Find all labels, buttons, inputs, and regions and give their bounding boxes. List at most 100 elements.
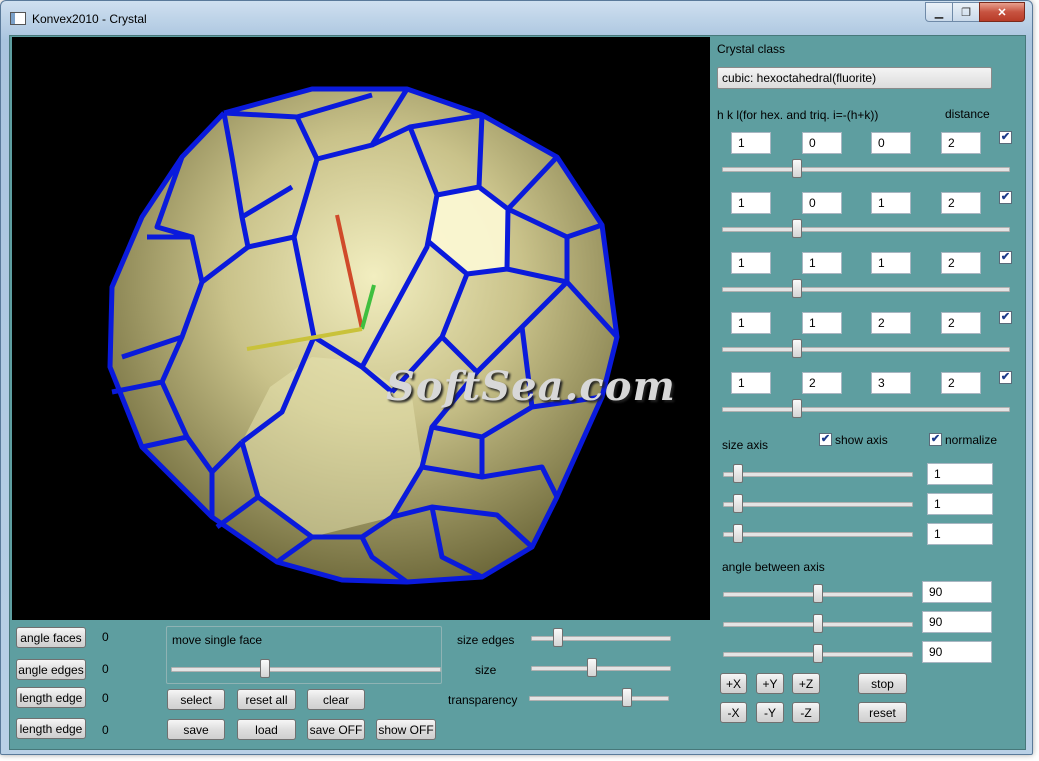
face-h-input[interactable]: 1 <box>731 132 771 154</box>
rotate-plus-x-button[interactable]: +X <box>720 673 747 694</box>
slider-thumb[interactable] <box>733 464 743 483</box>
face-h-input[interactable]: 1 <box>731 252 771 274</box>
face-k-input[interactable]: 2 <box>802 372 842 394</box>
face-h-input[interactable]: 1 <box>731 312 771 334</box>
slider-thumb[interactable] <box>792 339 802 358</box>
size-axis-x-input[interactable]: 1 <box>927 463 993 485</box>
face-enabled-checkbox[interactable]: ✔ <box>999 371 1012 384</box>
rotate-minus-x-button[interactable]: -X <box>720 702 747 723</box>
length-edge-value-1: 0 <box>102 691 109 705</box>
slider-thumb[interactable] <box>733 494 743 513</box>
face-l-input[interactable]: 1 <box>871 252 911 274</box>
slider-thumb[interactable] <box>813 614 823 633</box>
angle-gamma-slider[interactable] <box>723 644 913 664</box>
face-distance-input[interactable]: 2 <box>941 312 981 334</box>
size-axis-y-input[interactable]: 1 <box>927 493 993 515</box>
normalize-label: normalize <box>945 433 998 447</box>
show-off-button[interactable]: show OFF <box>376 719 436 740</box>
face-l-input[interactable]: 0 <box>871 132 911 154</box>
angle-beta-input[interactable]: 90 <box>922 611 992 633</box>
select-button[interactable]: select <box>167 689 225 710</box>
face-distance-slider[interactable] <box>722 279 1010 299</box>
save-off-button[interactable]: save OFF <box>307 719 365 740</box>
stop-button[interactable]: stop <box>858 673 907 694</box>
angle-edges-button[interactable]: angle edges <box>16 659 86 680</box>
slider-thumb[interactable] <box>622 688 632 707</box>
face-distance-slider[interactable] <box>722 219 1010 239</box>
rotate-plus-z-button[interactable]: +Z <box>792 673 820 694</box>
slider-thumb[interactable] <box>792 279 802 298</box>
size-edges-slider[interactable] <box>531 628 671 648</box>
app-icon <box>10 12 26 25</box>
size-slider[interactable] <box>531 658 671 678</box>
clear-button[interactable]: clear <box>307 689 365 710</box>
normalize-checkbox[interactable]: ✔ <box>929 433 942 446</box>
move-single-face-label: move single face <box>172 633 263 647</box>
face-distance-input[interactable]: 2 <box>941 132 981 154</box>
angle-faces-button[interactable]: angle faces <box>16 627 86 648</box>
length-edge-value-2: 0 <box>102 723 109 737</box>
length-edge-button-1[interactable]: length edge <box>16 687 86 708</box>
crystal-3d-viewport[interactable]: SoftSea.com <box>12 37 710 620</box>
face-l-input[interactable]: 3 <box>871 372 911 394</box>
size-label: size <box>475 663 497 677</box>
angle-axis-label: angle between axis <box>722 560 825 574</box>
angle-alpha-slider[interactable] <box>723 584 913 604</box>
slider-thumb[interactable] <box>587 658 597 677</box>
size-axis-label: size axis <box>722 438 769 452</box>
crystal-class-select[interactable]: cubic: hexoctahedral(fluorite) <box>717 67 992 89</box>
face-l-input[interactable]: 2 <box>871 312 911 334</box>
face-distance-input[interactable]: 2 <box>941 252 981 274</box>
angle-beta-slider[interactable] <box>723 614 913 634</box>
app-window: Konvex2010 - Crystal ▁ ❐ ✕ SoftSea.com C… <box>0 0 1033 755</box>
angle-gamma-input[interactable]: 90 <box>922 641 992 663</box>
save-button[interactable]: save <box>167 719 225 740</box>
slider-thumb[interactable] <box>260 659 270 678</box>
rotate-plus-y-button[interactable]: +Y <box>756 673 784 694</box>
rotate-minus-z-button[interactable]: -Z <box>792 702 820 723</box>
slider-thumb[interactable] <box>792 159 802 178</box>
face-enabled-checkbox[interactable]: ✔ <box>999 251 1012 264</box>
slider-thumb[interactable] <box>792 219 802 238</box>
slider-thumb[interactable] <box>792 399 802 418</box>
face-k-input[interactable]: 0 <box>802 132 842 154</box>
window-title: Konvex2010 - Crystal <box>32 12 147 26</box>
face-distance-slider[interactable] <box>722 159 1010 179</box>
face-enabled-checkbox[interactable]: ✔ <box>999 311 1012 324</box>
face-distance-input[interactable]: 2 <box>941 372 981 394</box>
size-axis-z-input[interactable]: 1 <box>927 523 993 545</box>
load-button[interactable]: load <box>237 719 296 740</box>
close-button[interactable]: ✕ <box>979 2 1025 22</box>
face-k-input[interactable]: 0 <box>802 192 842 214</box>
face-k-input[interactable]: 1 <box>802 252 842 274</box>
face-distance-slider[interactable] <box>722 399 1010 419</box>
length-edge-button-2[interactable]: length edge <box>16 718 86 739</box>
rotate-minus-y-button[interactable]: -Y <box>756 702 784 723</box>
move-single-face-slider[interactable] <box>171 659 441 679</box>
show-axis-checkbox[interactable]: ✔ <box>819 433 832 446</box>
reset-all-button[interactable]: reset all <box>237 689 296 710</box>
minimize-button[interactable]: ▁ <box>925 2 953 22</box>
slider-thumb[interactable] <box>813 644 823 663</box>
face-enabled-checkbox[interactable]: ✔ <box>999 131 1012 144</box>
face-enabled-checkbox[interactable]: ✔ <box>999 191 1012 204</box>
face-k-input[interactable]: 1 <box>802 312 842 334</box>
angle-alpha-input[interactable]: 90 <box>922 581 992 603</box>
reset-button[interactable]: reset <box>858 702 907 723</box>
face-h-input[interactable]: 1 <box>731 192 771 214</box>
title-bar[interactable]: Konvex2010 - Crystal ▁ ❐ ✕ <box>1 1 1032 35</box>
maximize-button[interactable]: ❐ <box>952 2 980 22</box>
size-axis-slider-y[interactable] <box>723 494 913 514</box>
size-axis-slider-z[interactable] <box>723 524 913 544</box>
size-edges-label: size edges <box>457 633 515 647</box>
face-distance-input[interactable]: 2 <box>941 192 981 214</box>
crystal-render <box>107 86 620 585</box>
face-distance-slider[interactable] <box>722 339 1010 359</box>
size-axis-slider-x[interactable] <box>723 464 913 484</box>
slider-thumb[interactable] <box>733 524 743 543</box>
transparency-slider[interactable] <box>529 688 669 708</box>
slider-thumb[interactable] <box>813 584 823 603</box>
face-h-input[interactable]: 1 <box>731 372 771 394</box>
face-l-input[interactable]: 1 <box>871 192 911 214</box>
slider-thumb[interactable] <box>553 628 563 647</box>
